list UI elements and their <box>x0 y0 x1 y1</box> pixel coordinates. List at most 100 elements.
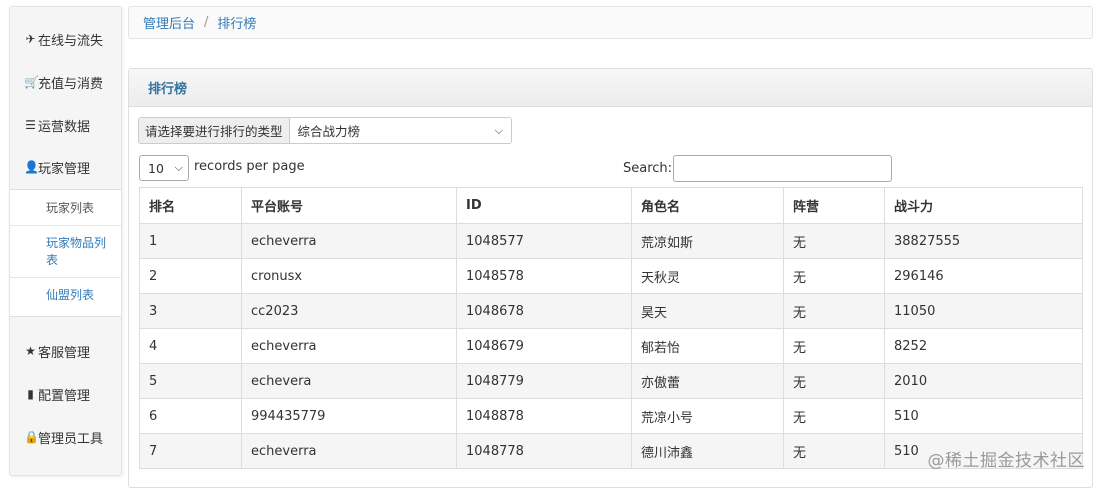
ranking-table: 排名 平台账号 ID 角色名 阵营 战斗力 1 echeverra 1048577 荒… <box>139 187 1083 469</box>
table-row[interactable]: 5 echevera 1048779 亦傲蕾无 2010 <box>140 363 1082 398</box>
player-submenu: 玩家列表 玩家物品列表 仙盟列表 <box>10 189 121 317</box>
id-cell: 1048577 <box>456 224 631 258</box>
role-name-cell: 昊天 <box>631 294 783 328</box>
nav-item-online-loss[interactable]: ✈ 在线与流失 <box>10 24 121 54</box>
table-header-row: 排名 平台账号 ID 角色名 阵营 战斗力 <box>140 188 1082 223</box>
power-cell: 2010 <box>884 364 1082 398</box>
book-icon: ▮ <box>27 387 34 401</box>
account-cell: 994435779 <box>241 399 456 433</box>
sidebar: ✈ 在线与流失 🛒 充值与消费 ☰ 运营数据 👤 玩家管理 玩家列表 玩家物品列… <box>9 6 122 476</box>
column-header[interactable]: 排名 <box>140 188 241 223</box>
cart-icon: 🛒 <box>24 75 39 89</box>
nav-item-label: 玩家管理 <box>38 161 91 177</box>
lock-icon: 🔒 <box>24 430 39 444</box>
rank-cell: 1 <box>149 233 158 249</box>
watermark: @稀土掘金技术社区 <box>927 451 1085 471</box>
id-cell: 1048779 <box>456 364 631 398</box>
rank-cell: 3 <box>149 303 158 319</box>
search-label: Search: <box>623 161 673 176</box>
table-row[interactable]: 6 994435779 1048878 荒凉小号无 510 <box>140 398 1082 433</box>
ranking-type-value: 综合战力榜 <box>297 124 361 139</box>
ranking-type-select[interactable]: 综合战力榜 ⌵ <box>289 118 511 143</box>
rank-cell: 4 <box>149 338 158 354</box>
power-cell: 8252 <box>884 329 1082 363</box>
id-cell: 1048578 <box>456 259 631 293</box>
id-cell: 1048678 <box>456 294 631 328</box>
column-header[interactable]: 阵营 <box>783 188 884 223</box>
column-header[interactable]: 角色名 <box>631 188 783 223</box>
nav-item-label: 配置管理 <box>38 388 91 404</box>
breadcrumb-current[interactable]: 排行榜 <box>217 13 256 32</box>
faction-cell: 无 <box>783 259 884 293</box>
page-length-value: 10 <box>148 160 164 176</box>
sub-item-player-list[interactable]: 玩家列表 <box>10 200 121 217</box>
faction-cell: 无 <box>783 399 884 433</box>
breadcrumb-separator: / <box>204 15 209 30</box>
column-header[interactable]: ID <box>456 188 631 223</box>
nav-item-label: 管理员工具 <box>38 431 104 447</box>
rank-cell: 6 <box>149 408 158 424</box>
chevron-down-icon: ⌵ <box>494 123 503 137</box>
nav-item-admin-tools[interactable]: 🔒 管理员工具 <box>10 422 121 452</box>
panel-title: 排行榜 <box>148 82 188 97</box>
role-name-cell: 亦傲蕾 <box>631 364 783 398</box>
account-cell: cronusx <box>241 259 456 293</box>
breadcrumb: 管理后台 / 排行榜 <box>128 6 1093 39</box>
nav-item-label: 客服管理 <box>38 345 91 361</box>
table-row[interactable]: 4 echeverra 1048679 郁若怡无 8252 <box>140 328 1082 363</box>
nav-item-operation-data[interactable]: ☰ 运营数据 <box>10 110 121 140</box>
breadcrumb-home-link[interactable]: 管理后台 <box>143 13 195 32</box>
ranking-type-label: 请选择要进行排行的类型 <box>139 118 290 143</box>
account-cell: echeverra <box>241 224 456 258</box>
table-row[interactable]: 1 echeverra 1048577 荒凉如斯无 38827555 <box>140 223 1082 258</box>
divider <box>10 277 121 278</box>
account-cell: echeverra <box>241 434 456 468</box>
account-cell: echeverra <box>241 329 456 363</box>
faction-cell: 无 <box>783 294 884 328</box>
page-length-text: records per page <box>194 159 305 174</box>
panel-heading: 排行榜 <box>129 69 1092 107</box>
faction-cell: 无 <box>783 434 884 468</box>
power-cell: 510 <box>884 399 1082 433</box>
faction-cell: 无 <box>783 364 884 398</box>
column-header[interactable]: 战斗力 <box>884 188 1082 223</box>
nav-item-label: 在线与流失 <box>38 33 104 49</box>
rank-cell: 7 <box>149 443 158 459</box>
plane-icon: ✈ <box>25 32 36 46</box>
sub-item-player-items[interactable]: 玩家物品列表 <box>10 235 121 269</box>
power-cell: 296146 <box>884 259 1082 293</box>
nav-item-label: 充值与消费 <box>38 76 104 92</box>
nav-item-recharge[interactable]: 🛒 充值与消费 <box>10 67 121 97</box>
account-cell: echevera <box>241 364 456 398</box>
role-name-cell: 德川沛鑫 <box>631 434 783 468</box>
chevron-down-icon: ⌵ <box>174 161 183 174</box>
role-name-cell: 郁若怡 <box>631 329 783 363</box>
faction-cell: 无 <box>783 224 884 258</box>
table-row[interactable]: 3 cc2023 1048678 昊天无 11050 <box>140 293 1082 328</box>
divider <box>10 225 121 226</box>
ranking-panel: 排行榜 请选择要进行排行的类型 综合战力榜 ⌵ 10 ⌵ records per… <box>128 68 1093 488</box>
nav-item-player-management[interactable]: 👤 玩家管理 <box>10 152 121 182</box>
star-icon: ★ <box>25 344 36 358</box>
id-cell: 1048878 <box>456 399 631 433</box>
role-name-cell: 天秋灵 <box>631 259 783 293</box>
id-cell: 1048679 <box>456 329 631 363</box>
search-input[interactable] <box>673 155 892 182</box>
power-cell: 38827555 <box>884 224 1082 258</box>
rank-cell: 2 <box>149 268 158 284</box>
ranking-type-group: 请选择要进行排行的类型 综合战力榜 ⌵ <box>138 117 512 144</box>
user-icon: 👤 <box>24 160 39 174</box>
nav-item-label: 运营数据 <box>38 119 91 135</box>
role-name-cell: 荒凉小号 <box>631 399 783 433</box>
table-row[interactable]: 2 cronusx 1048578 天秋灵无 296146 <box>140 258 1082 293</box>
id-cell: 1048778 <box>456 434 631 468</box>
role-name-cell: 荒凉如斯 <box>631 224 783 258</box>
nav-item-config[interactable]: ▮ 配置管理 <box>10 379 121 409</box>
faction-cell: 无 <box>783 329 884 363</box>
column-header[interactable]: 平台账号 <box>241 188 456 223</box>
sub-item-guild-list[interactable]: 仙盟列表 <box>10 287 121 304</box>
account-cell: cc2023 <box>241 294 456 328</box>
rank-cell: 5 <box>149 373 158 389</box>
page-length-select[interactable]: 10 ⌵ <box>139 155 189 181</box>
nav-item-customer-service[interactable]: ★ 客服管理 <box>10 336 121 366</box>
